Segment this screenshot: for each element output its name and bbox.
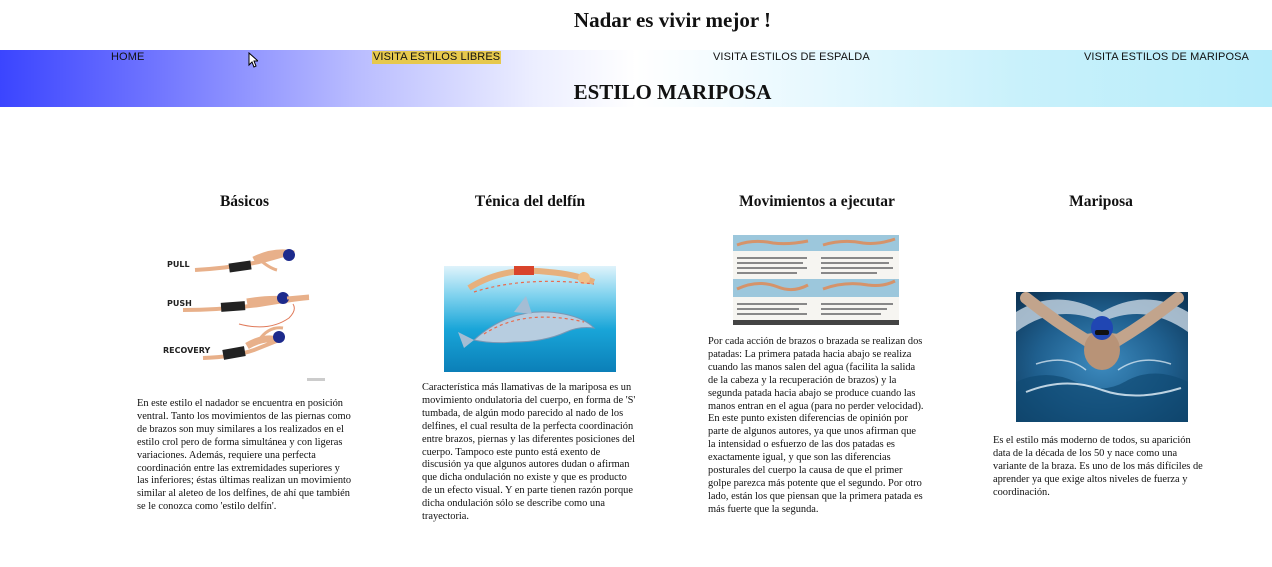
column-text: En este estilo el nadador se encuentra e…: [137, 398, 352, 513]
column-mariposa: Mariposa Es el estilo más moderno de tod…: [993, 190, 1209, 540]
main-nav: HOME VISITA ESTILOS LIBRES VISITA ESTILO…: [0, 50, 1272, 66]
column-title: Básicos: [219, 193, 270, 210]
column-text: Es el estilo más moderno de todos, su ap…: [993, 435, 1203, 498]
column-title: Movimientos a ejecutar: [739, 193, 895, 210]
dolphin-technique-image: [444, 266, 616, 372]
column-basicos: Básicos PULL PUSH RECOVERY En este estil…: [137, 190, 352, 540]
column-tecnica-delfin: Ténica del delfín Característica más lla…: [422, 190, 638, 540]
column-text: Por cada acción de brazos o brazada se r…: [708, 336, 924, 515]
nav-libres-link[interactable]: VISITA ESTILOS LIBRES: [372, 51, 502, 64]
page-heading: ESTILO MARIPOSA: [573, 80, 772, 104]
swim-cap: [1091, 316, 1113, 340]
nav-home-link[interactable]: HOME: [111, 51, 144, 64]
column-title: Mariposa: [1069, 193, 1133, 210]
column-movimientos: Movimientos a ejecutar Por cada acción d…: [708, 190, 926, 550]
site-title: Nadar es vivir mejor !: [573, 8, 772, 32]
mouse-cursor-icon: [248, 52, 258, 68]
nav-mariposa-link[interactable]: VISITA ESTILOS DE MARIPOSA: [1084, 51, 1249, 64]
push-label: PUSH: [167, 299, 192, 308]
nav-espalda-link[interactable]: VISITA ESTILOS DE ESPALDA: [713, 51, 870, 64]
movement-sequence-image: [733, 235, 899, 325]
recovery-label: RECOVERY: [163, 346, 210, 355]
column-title: Ténica del delfín: [474, 193, 586, 210]
pull-label: PULL: [167, 260, 190, 269]
stroke-phases-image: PULL PUSH RECOVERY: [159, 240, 334, 385]
butterfly-swimmer-image: [1016, 292, 1188, 422]
column-text: Característica más llamativas de la mari…: [422, 382, 636, 523]
